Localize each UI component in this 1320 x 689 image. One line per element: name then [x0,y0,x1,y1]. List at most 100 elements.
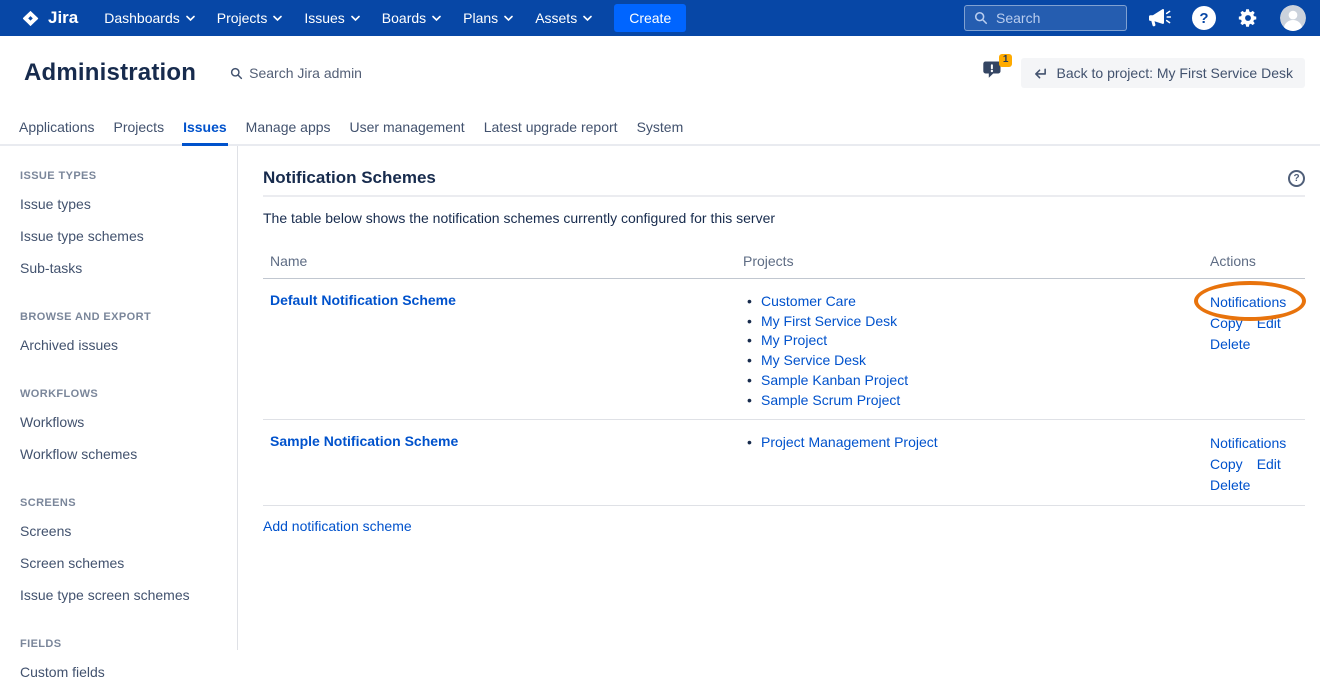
project-link-my-service-desk[interactable]: My Service Desk [761,352,866,368]
notifications-action-link[interactable]: Notifications [1210,435,1286,451]
jira-logo[interactable]: Jira [20,8,78,29]
user-avatar[interactable] [1280,5,1306,31]
global-search[interactable] [964,5,1127,31]
topnav-item-label: Projects [217,10,268,26]
admin-header-right: 1 Back to project: My First Service Desk [981,58,1305,88]
table-body: Default Notification Scheme Customer Care… [263,279,1305,506]
edit-action-link[interactable]: Edit [1257,456,1281,472]
sidebar-section-title-workflows: WORKFLOWS [20,388,227,400]
admin-tabs: Applications Projects Issues Manage apps Use… [0,110,1320,146]
help-icon[interactable]: ? [1288,170,1305,187]
sidebar-item-issue-types[interactable]: Issue types [20,189,227,221]
column-header-name: Name [270,253,743,269]
scheme-name-link-sample-notification-scheme[interactable]: Sample Notification Scheme [270,433,458,449]
chevron-down-icon [504,15,513,22]
topnav-item-label: Boards [382,10,426,26]
action-line: Copy Edit [1210,454,1305,475]
copy-action-link[interactable]: Copy [1210,315,1243,331]
table-header-row: Name Projects Actions [263,253,1305,279]
scheme-name-link-default-notification-scheme[interactable]: Default Notification Scheme [270,292,456,308]
topnav-item-label: Plans [463,10,498,26]
sidebar-section-title-browse-and-export: BROWSE AND EXPORT [20,311,227,323]
admin-search-input[interactable] [249,65,399,81]
back-to-project-label: Back to project: My First Service Desk [1056,65,1293,81]
project-link-my-first-service-desk[interactable]: My First Service Desk [761,313,897,329]
project-link-sample-scrum-project[interactable]: Sample Scrum Project [761,392,900,408]
admin-search[interactable] [230,65,399,81]
topnav-item-projects[interactable]: Projects [217,10,283,26]
tab-system[interactable]: System [636,110,685,146]
create-button[interactable]: Create [614,4,686,32]
sidebar-section-title-screens: SCREENS [20,497,227,509]
chevron-down-icon [273,15,282,22]
section-title: Notification Schemes [263,168,436,188]
topnav-item-label: Assets [535,10,577,26]
sidebar-item-sub-tasks[interactable]: Sub-tasks [20,253,227,285]
gear-icon[interactable] [1237,7,1259,29]
section-description: The table below shows the notification s… [263,210,1305,226]
sidebar-item-screens[interactable]: Screens [20,516,227,548]
sidebar-item-issue-type-schemes[interactable]: Issue type schemes [20,221,227,253]
edit-action-link[interactable]: Edit [1257,315,1281,331]
sidebar-item-archived-issues[interactable]: Archived issues [20,330,227,362]
copy-action-link[interactable]: Copy [1210,456,1243,472]
add-row: Add notification scheme [263,506,1305,536]
notification-schemes-table: Name Projects Actions Default Notificati… [263,253,1305,506]
sidebar: ISSUE TYPES Issue typesIssue type schemes… [0,146,238,650]
action-line: Copy Edit [1210,313,1305,334]
topnav-item-boards[interactable]: Boards [382,10,441,26]
project-link-project-management-project[interactable]: Project Management Project [761,434,938,450]
tab-latest-upgrade-report[interactable]: Latest upgrade report [483,110,619,146]
help-icon[interactable]: ? [1192,6,1216,30]
main-content: Notification Schemes ? The table below s… [238,146,1320,650]
project-list-item: Customer Care [743,292,1210,312]
search-icon [974,11,988,25]
tab-applications[interactable]: Applications [18,110,96,146]
sidebar-item-workflow-schemes[interactable]: Workflow schemes [20,439,227,471]
chevron-down-icon [186,15,195,22]
search-icon [230,67,243,80]
top-navbar: Jira Dashboards Projects Issues Boards Plans… [0,0,1320,36]
back-arrow-icon [1033,67,1048,80]
notifications-action-link[interactable]: Notifications [1210,294,1286,310]
topnav-item-assets[interactable]: Assets [535,10,592,26]
tab-manage-apps[interactable]: Manage apps [245,110,332,146]
projects-cell: Customer Care My First Service Desk My Pro… [743,292,1210,410]
delete-action-link[interactable]: Delete [1210,477,1250,493]
megaphone-icon[interactable] [1148,8,1171,28]
topnav-item-dashboards[interactable]: Dashboards [104,10,195,26]
global-search-input[interactable] [996,10,1111,26]
project-link-customer-care[interactable]: Customer Care [761,293,856,309]
tab-user-management[interactable]: User management [349,110,466,146]
project-list-item: My First Service Desk [743,312,1210,332]
back-to-project-button[interactable]: Back to project: My First Service Desk [1021,58,1305,88]
sidebar-item-custom-fields[interactable]: Custom fields [20,657,227,689]
sidebar-item-workflows[interactable]: Workflows [20,407,227,439]
project-list-item: Project Management Project [743,433,1210,453]
sidebar-item-issue-type-screen-schemes[interactable]: Issue type screen schemes [20,580,227,612]
tab-issues[interactable]: Issues [182,110,228,146]
tab-projects[interactable]: Projects [113,110,166,146]
table-row: Default Notification Scheme Customer Care… [263,279,1305,420]
jira-logo-icon [20,8,41,29]
topnav-item-plans[interactable]: Plans [463,10,513,26]
page-body: ISSUE TYPES Issue typesIssue type schemes… [0,146,1320,650]
sidebar-section-title-issue-types: ISSUE TYPES [20,170,227,182]
delete-action-link[interactable]: Delete [1210,336,1250,352]
sidebar-section-title-fields: FIELDS [20,638,227,650]
actions-cell: Notifications Copy Edit Delete [1210,433,1305,496]
project-link-sample-kanban-project[interactable]: Sample Kanban Project [761,372,908,388]
sidebar-item-screen-schemes[interactable]: Screen schemes [20,548,227,580]
feedback-bubble-icon[interactable]: 1 [981,60,1009,86]
projects-cell: Project Management Project [743,433,1210,496]
add-notification-scheme-link[interactable]: Add notification scheme [263,518,412,534]
topnav-right: ? [964,5,1306,31]
project-link-my-project[interactable]: My Project [761,332,827,348]
topnav-item-issues[interactable]: Issues [304,10,359,26]
column-header-projects: Projects [743,253,1210,269]
admin-header: Administration 1 Back to project: My Fi [0,36,1320,110]
main-heading-row: Notification Schemes ? [263,168,1305,197]
notification-badge: 1 [999,54,1013,67]
project-list-item: Sample Kanban Project [743,371,1210,391]
jira-logo-text: Jira [48,8,78,28]
